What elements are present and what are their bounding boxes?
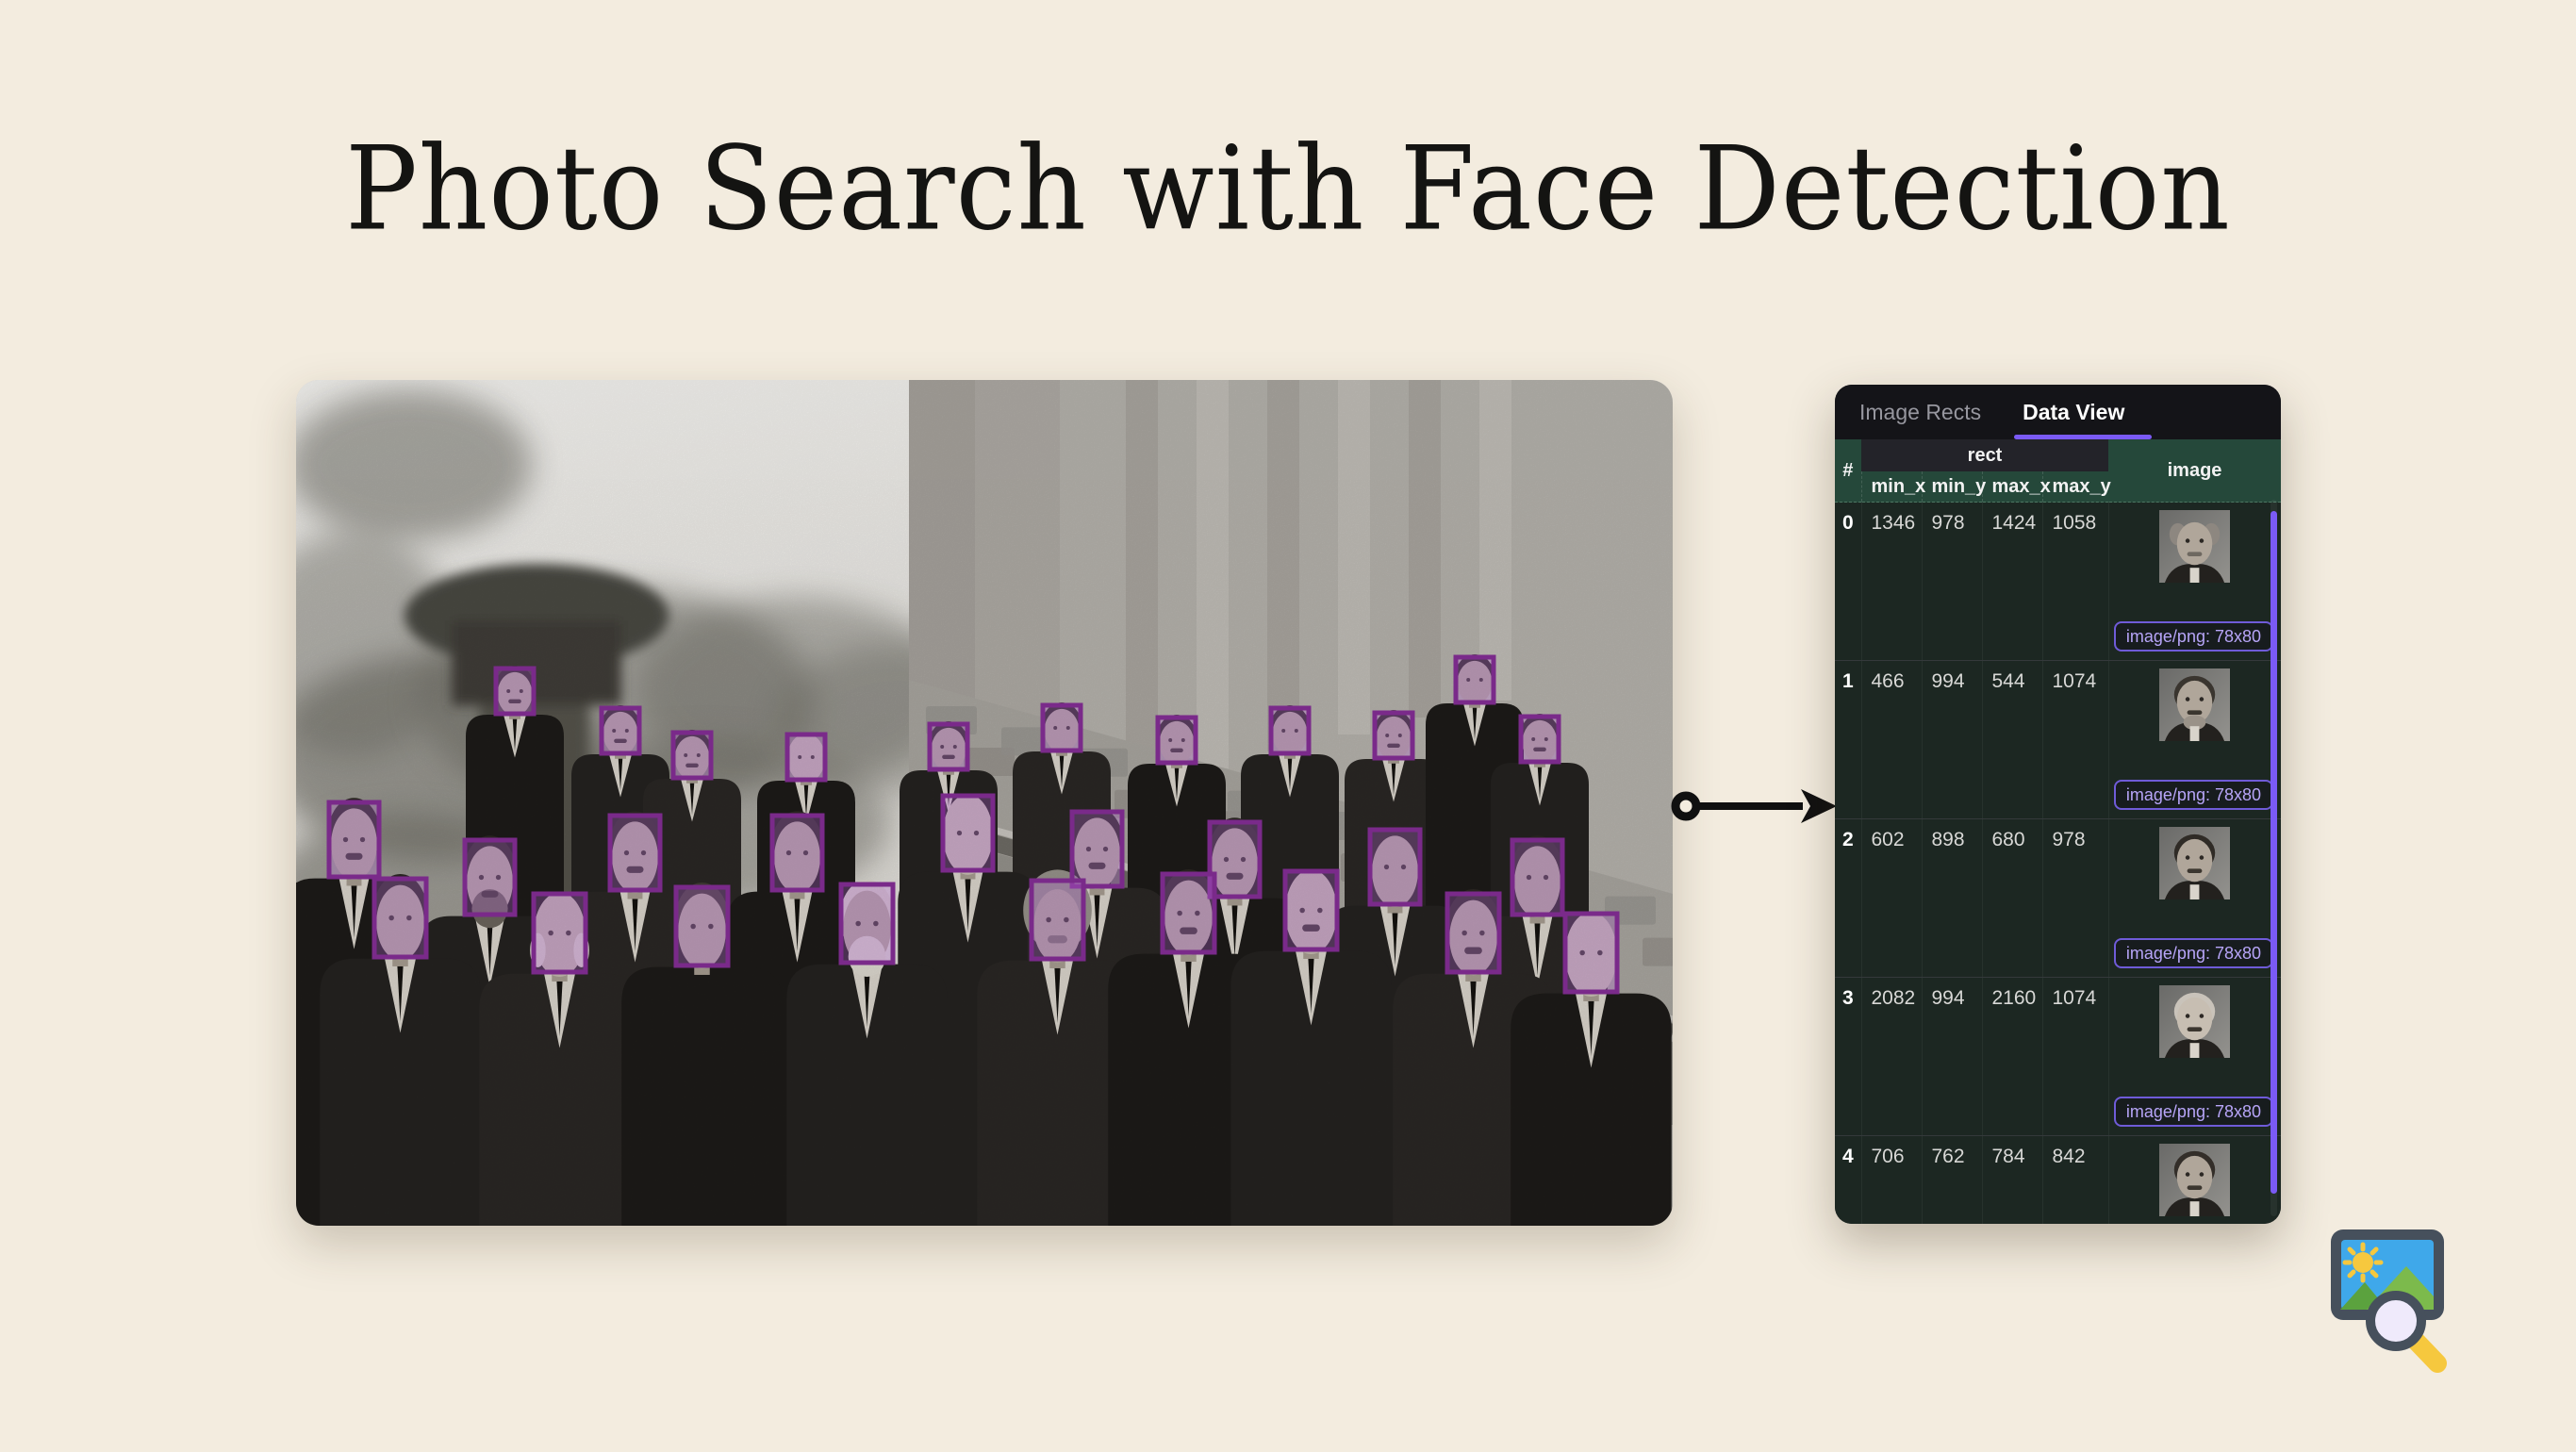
image-cell: image/png: 78x80 — [2108, 661, 2281, 819]
rect-value: 1074 — [2042, 978, 2108, 1136]
face-thumbnail — [2159, 510, 2230, 583]
rect-value: 978 — [2042, 819, 2108, 978]
image-cell: image/png: 78x80 — [2108, 978, 2281, 1136]
table-row[interactable]: 4706762784842 image/png: 78x80 — [1835, 1136, 2281, 1225]
sun-icon — [2345, 1245, 2381, 1280]
panel-tabs: Image Rects Data View — [1835, 385, 2281, 439]
table-row[interactable]: 0134697814241058 image/png: 78x80 — [1835, 503, 2281, 661]
active-tab-underline — [2014, 435, 2152, 439]
image-size-badge: image/png: 78x80 — [2114, 938, 2273, 968]
rect-value: 1346 — [1861, 503, 1922, 661]
data-panel: Image Rects Data View # rect image min_x… — [1835, 385, 2281, 1224]
panel-scrollbar — [2271, 500, 2277, 1216]
table-row[interactable]: 2602898680978 image/png: 78x80 — [1835, 819, 2281, 978]
rect-value: 706 — [1861, 1136, 1922, 1225]
image-size-badge: image/png: 78x80 — [2114, 621, 2273, 652]
row-index: 0 — [1835, 503, 1861, 661]
rect-value: 2160 — [1982, 978, 2042, 1136]
rect-value: 544 — [1982, 661, 2042, 819]
row-index: 2 — [1835, 819, 1861, 978]
table-row[interactable]: 3208299421601074 image/png: 78x80 — [1835, 978, 2281, 1136]
rect-value: 762 — [1922, 1136, 1982, 1225]
rect-value: 1058 — [2042, 503, 2108, 661]
rects-table: # rect image min_x min_y max_x max_y 013… — [1835, 439, 2281, 1224]
rect-value: 978 — [1922, 503, 1982, 661]
rect-value: 994 — [1922, 978, 1982, 1136]
photo-search-icon — [2327, 1222, 2459, 1382]
row-index: 3 — [1835, 978, 1861, 1136]
tab-image-rects[interactable]: Image Rects — [1859, 400, 1981, 425]
arrow-head-icon — [1801, 789, 1837, 823]
face-thumbnail — [2159, 1144, 2230, 1216]
image-size-badge: image/png: 78x80 — [2114, 1097, 2273, 1127]
group-photo — [296, 380, 1673, 1226]
connector-arrow — [1669, 783, 1839, 830]
arrow-origin-dot — [1676, 796, 1696, 817]
rect-value: 2082 — [1861, 978, 1922, 1136]
column-header-image: image — [2108, 439, 2281, 503]
image-cell: image/png: 78x80 — [2108, 503, 2281, 661]
rect-value: 1424 — [1982, 503, 2042, 661]
row-index: 4 — [1835, 1136, 1861, 1225]
rect-value: 898 — [1922, 819, 1982, 978]
rect-value: 842 — [2042, 1136, 2108, 1225]
column-header-rect: rect — [1861, 439, 2108, 471]
group-photo-image — [296, 380, 1673, 1226]
rect-value: 784 — [1982, 1136, 2042, 1225]
image-cell: image/png: 78x80 — [2108, 1136, 2281, 1225]
face-thumbnail — [2159, 985, 2230, 1058]
page-title: Photo Search with Face Detection — [0, 121, 2576, 256]
tab-data-view[interactable]: Data View — [2023, 400, 2124, 425]
rect-value: 466 — [1861, 661, 1922, 819]
column-header-min-y: min_y — [1922, 471, 1982, 503]
column-header-min-x: min_x — [1861, 471, 1922, 503]
rect-value: 994 — [1922, 661, 1982, 819]
table-row[interactable]: 14669945441074 image/png: 78x80 — [1835, 661, 2281, 819]
slide: Photo Search with Face Detection Image R… — [0, 0, 2576, 1452]
column-header-index: # — [1835, 439, 1861, 503]
column-header-max-y: max_y — [2042, 471, 2108, 503]
row-index: 1 — [1835, 661, 1861, 819]
image-size-badge: image/png: 78x80 — [2114, 780, 2273, 810]
rect-value: 680 — [1982, 819, 2042, 978]
rect-value: 602 — [1861, 819, 1922, 978]
column-header-max-x: max_x — [1982, 471, 2042, 503]
image-cell: image/png: 78x80 — [2108, 819, 2281, 978]
scrollbar-thumb[interactable] — [2271, 511, 2277, 1194]
face-thumbnail — [2159, 668, 2230, 741]
rect-value: 1074 — [2042, 661, 2108, 819]
face-thumbnail — [2159, 827, 2230, 899]
